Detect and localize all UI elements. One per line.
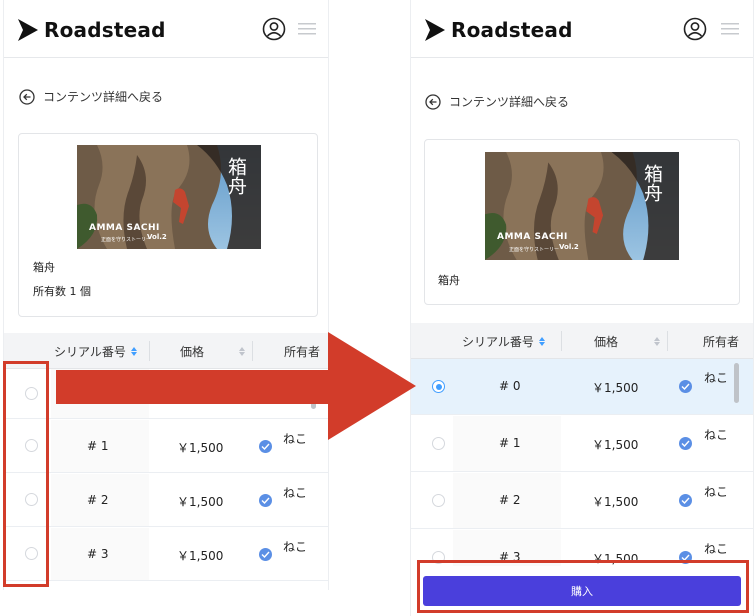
left-screen: Roadstead コンテンツ詳細へ戻る 箱舟 AMMA SACHI 正面を守り… <box>3 0 329 590</box>
check-circle-icon <box>679 437 692 450</box>
column-owner-label: 所有者 <box>703 334 740 349</box>
column-divider <box>561 331 562 351</box>
thumbnail-caption: AMMA SACHI <box>89 223 160 233</box>
serial-number: # 2 <box>87 493 109 507</box>
brand-logo[interactable]: Roadstead <box>18 18 166 42</box>
brand-logo[interactable]: Roadstead <box>425 18 573 42</box>
table-row[interactable]: # 2 ￥1,500 ねこ <box>4 474 328 527</box>
user-circle-icon[interactable] <box>683 17 707 41</box>
table-row[interactable]: # 1 ￥1,500 ねこ <box>411 416 753 472</box>
row-radio[interactable] <box>432 437 445 450</box>
thumbnail-title: 箱舟 <box>641 164 663 202</box>
serial-number: # 1 <box>87 439 109 453</box>
price-value: ￥1,500 <box>177 441 224 455</box>
owner-name: ねこ <box>283 540 308 554</box>
column-price-label: 価格 <box>594 334 619 349</box>
hamburger-menu-icon[interactable] <box>721 23 739 35</box>
back-link-label: コンテンツ詳細へ戻る <box>449 95 570 109</box>
serial-table: シリアル番号 価格 所有者 # 0 ￥1,500 ねこ # 1 ￥1,500 ね… <box>411 323 753 586</box>
price-value: ￥1,500 <box>177 495 224 509</box>
brand-name: Roadstead <box>44 18 166 42</box>
owned-count: 所有数 1 個 <box>33 285 91 298</box>
content-card: 箱舟 AMMA SACHI 正面を守りストーリー Vol.2 箱舟 所有数 1 … <box>18 133 318 317</box>
table-row-selected[interactable]: # 0 ￥1,500 ねこ <box>411 359 753 415</box>
content-title: 箱舟 <box>33 261 55 274</box>
owner-name: ねこ <box>704 485 729 499</box>
owner-name: ねこ <box>704 542 729 556</box>
sort-icon[interactable] <box>538 336 545 346</box>
serial-number: # 1 <box>499 436 521 450</box>
check-circle-icon <box>679 380 692 393</box>
column-serial[interactable]: シリアル番号 <box>462 323 545 359</box>
thumbnail-subtitle: 正面を守りストーリー <box>509 247 560 253</box>
table-row[interactable]: # 3 ￥1,500 ねこ <box>4 528 328 581</box>
back-link-label: コンテンツ詳細へ戻る <box>43 90 164 104</box>
back-to-content-link[interactable]: コンテンツ詳細へ戻る <box>425 93 569 110</box>
check-circle-icon <box>259 440 272 453</box>
content-title: 箱舟 <box>438 274 460 287</box>
table-header: シリアル番号 価格 所有者 <box>411 323 753 359</box>
content-thumbnail[interactable]: 箱舟 AMMA SACHI 正面を守りストーリー Vol.2 <box>485 152 679 260</box>
thumbnail-subtitle: 正面を守りストーリー <box>101 237 152 243</box>
serial-number: # 2 <box>499 493 521 507</box>
thumbnail-title: 箱舟 <box>225 157 247 195</box>
check-circle-icon <box>679 494 692 507</box>
owner-name: ねこ <box>283 486 308 500</box>
content-thumbnail[interactable]: 箱舟 AMMA SACHI 正面を守りストーリー Vol.2 <box>77 145 261 249</box>
content-card: 箱舟 AMMA SACHI 正面を守りストーリー Vol.2 箱舟 <box>424 139 740 305</box>
column-price[interactable]: 価格 <box>594 323 618 359</box>
column-divider <box>667 331 668 351</box>
radio-column-highlight <box>3 361 49 587</box>
row-radio[interactable] <box>432 494 445 507</box>
right-arrow-icon <box>56 332 416 440</box>
serial-number: # 3 <box>87 547 109 561</box>
logo-play-icon <box>425 19 445 41</box>
thumbnail-volume: Vol.2 <box>147 233 167 241</box>
buy-button-highlight <box>417 560 749 613</box>
owner-name: ねこ <box>704 371 729 385</box>
user-circle-icon[interactable] <box>262 17 286 41</box>
column-serial-label: シリアル番号 <box>462 334 534 349</box>
price-value: ￥1,500 <box>177 549 224 563</box>
logo-play-icon <box>18 19 38 41</box>
price-value: ￥1,500 <box>592 495 639 509</box>
thumbnail-volume: Vol.2 <box>559 243 579 251</box>
owner-name: ねこ <box>704 428 729 442</box>
sort-icon[interactable] <box>654 336 660 346</box>
check-circle-icon <box>259 494 272 507</box>
back-arrow-icon <box>19 88 35 105</box>
row-radio-selected[interactable] <box>432 380 445 393</box>
serial-number: # 0 <box>499 379 521 393</box>
app-header: Roadstead <box>4 0 328 58</box>
table-scrollbar[interactable] <box>734 363 739 403</box>
back-to-content-link[interactable]: コンテンツ詳細へ戻る <box>19 88 163 105</box>
hamburger-menu-icon[interactable] <box>298 23 316 35</box>
column-owner[interactable]: 所有者 <box>703 323 739 359</box>
app-header: Roadstead <box>411 0 753 58</box>
right-screen: Roadstead コンテンツ詳細へ戻る 箱舟 AMMA SACHI 正面を守り… <box>410 0 754 616</box>
price-value: ￥1,500 <box>592 381 639 395</box>
brand-name: Roadstead <box>451 18 573 42</box>
price-value: ￥1,500 <box>592 438 639 452</box>
table-row[interactable]: # 2 ￥1,500 ねこ <box>411 473 753 529</box>
thumbnail-caption: AMMA SACHI <box>497 232 568 242</box>
back-arrow-icon <box>425 93 441 110</box>
check-circle-icon <box>259 548 272 561</box>
column-price-sort[interactable] <box>649 323 660 359</box>
